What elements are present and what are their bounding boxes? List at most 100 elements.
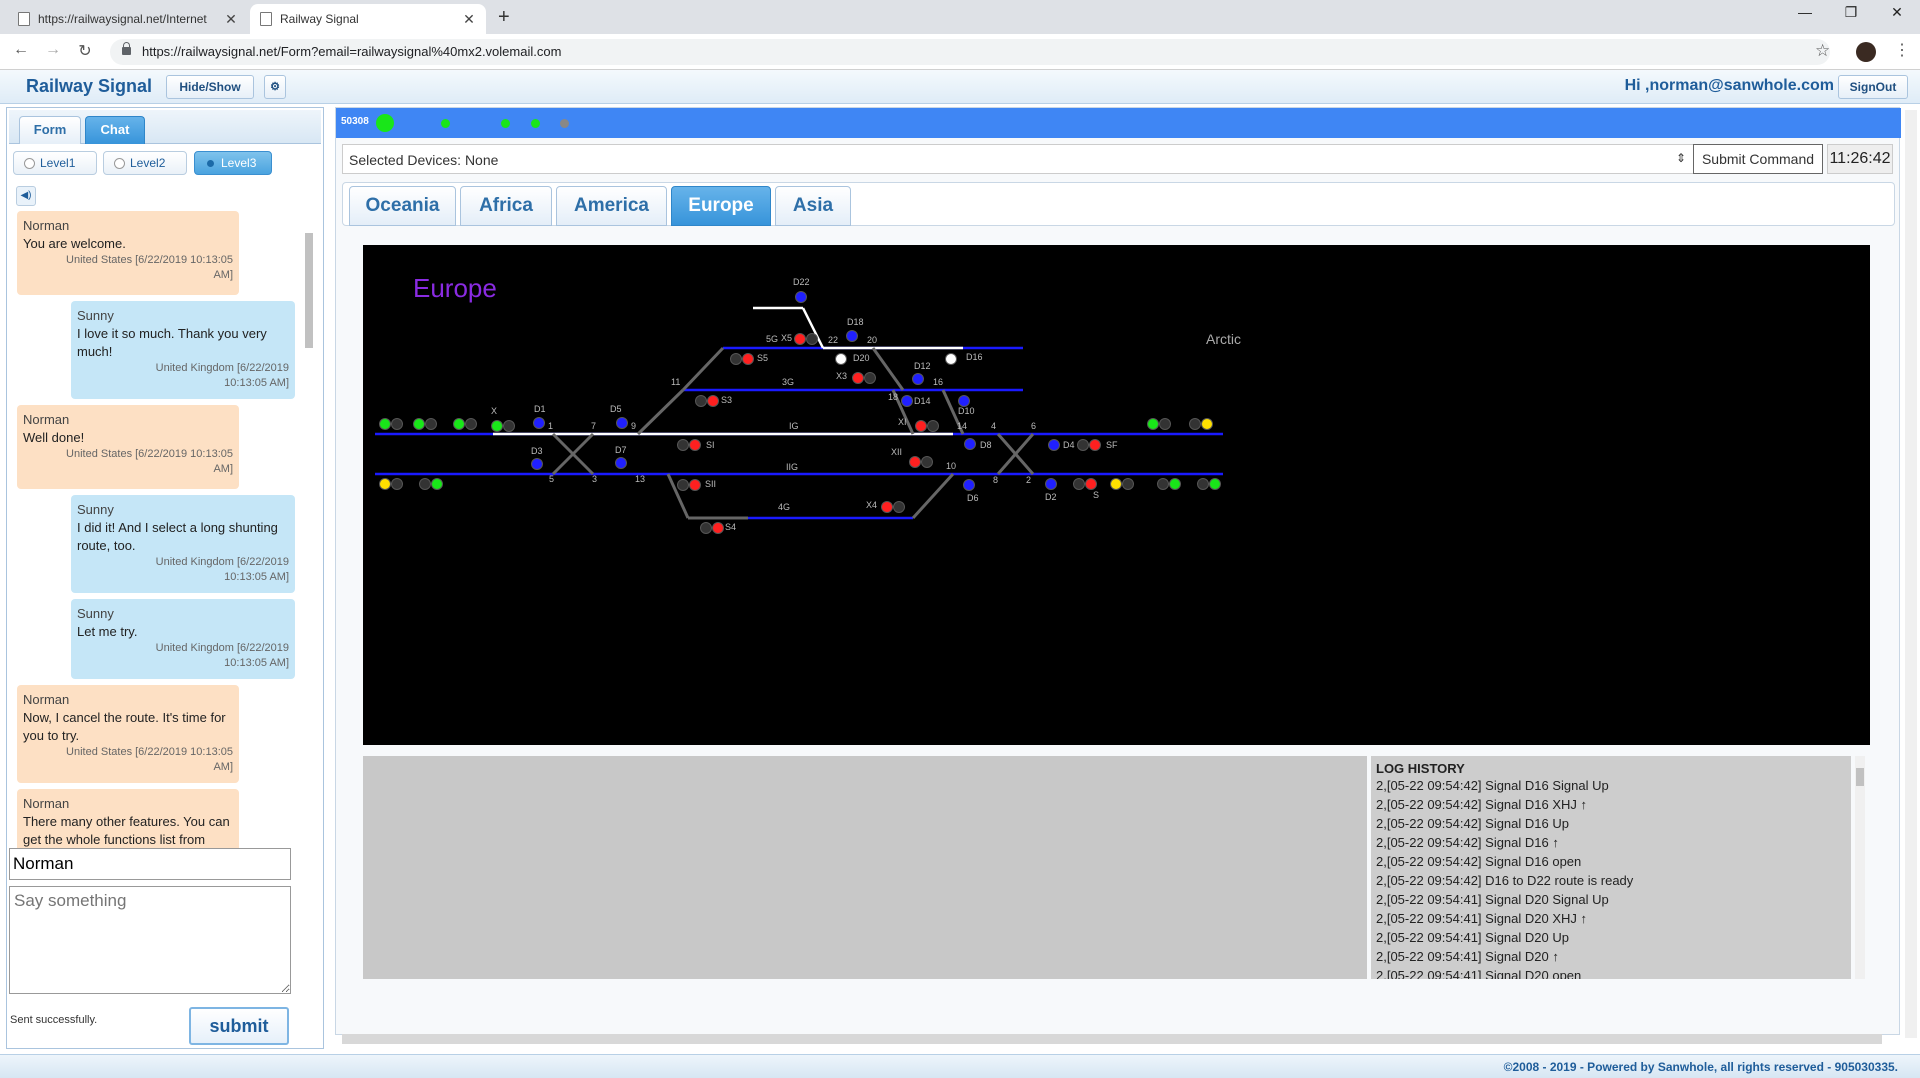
signal-lamp-icon[interactable] (1159, 418, 1171, 430)
signal-lamp-icon[interactable] (503, 420, 515, 432)
close-tab-icon[interactable]: ✕ (224, 11, 238, 28)
submit-button[interactable]: submit (189, 1007, 289, 1045)
chat-scrollbar-thumb[interactable] (305, 233, 313, 348)
signal-lamp-icon[interactable] (1169, 478, 1181, 490)
level3-radio[interactable]: Level3 (194, 151, 272, 175)
signal-lamp-icon[interactable] (835, 353, 847, 365)
signal-lamp-icon[interactable] (901, 395, 913, 407)
signal-lamp-icon[interactable] (921, 456, 933, 468)
level1-radio[interactable]: Level1 (13, 151, 97, 175)
signal-lamp-icon[interactable] (881, 501, 893, 513)
speaker-icon[interactable]: ◀) (16, 186, 36, 206)
railway-diagram[interactable]: Europe Arctic D22D18X55G 22 20D16D20S5X3D1… (363, 245, 1870, 745)
message-input[interactable] (9, 886, 291, 994)
restore-icon[interactable]: ❐ (1836, 4, 1866, 21)
signal-lamp-icon[interactable] (909, 456, 921, 468)
signal-lamp-icon[interactable] (1209, 478, 1221, 490)
page-scrollbar[interactable] (1905, 110, 1917, 1038)
signal-lamp-icon[interactable] (391, 478, 403, 490)
new-tab-icon[interactable]: + (498, 6, 510, 29)
tab-asia[interactable]: Asia (775, 186, 851, 226)
url-field[interactable]: https://railwaysignal.net/Form?email=rai… (110, 39, 1830, 65)
signal-lamp-icon[interactable] (1073, 478, 1085, 490)
signal-lamp-icon[interactable] (700, 522, 712, 534)
tab-form[interactable]: Form (19, 116, 81, 144)
tab-africa[interactable]: Africa (460, 186, 552, 226)
window-close-icon[interactable]: ✕ (1882, 4, 1912, 21)
signal-lamp-icon[interactable] (1045, 478, 1057, 490)
forward-icon[interactable]: → (42, 41, 64, 59)
signal-lamp-icon[interactable] (413, 418, 425, 430)
signal-lamp-icon[interactable] (533, 417, 545, 429)
signal-lamp-icon[interactable] (712, 522, 724, 534)
signal-lamp-icon[interactable] (963, 479, 975, 491)
signal-lamp-icon[interactable] (465, 418, 477, 430)
signout-button[interactable]: SignOut (1838, 75, 1908, 99)
signal-lamp-icon[interactable] (695, 395, 707, 407)
device-select[interactable]: Selected Devices: None ⇕ (342, 144, 1695, 174)
settings-gear-icon[interactable]: ⚙ (264, 75, 286, 99)
signal-lamp-icon[interactable] (864, 372, 876, 384)
signal-lamp-icon[interactable] (391, 418, 403, 430)
signal-lamp-icon[interactable] (1122, 478, 1134, 490)
signal-lamp-icon[interactable] (795, 291, 807, 303)
signal-lamp-icon[interactable] (689, 439, 701, 451)
back-icon[interactable]: ← (10, 41, 32, 59)
signal-lamp-icon[interactable] (794, 333, 806, 345)
bookmark-star-icon[interactable]: ☆ (1815, 41, 1830, 61)
tab-chat[interactable]: Chat (85, 116, 145, 144)
signal-lamp-icon[interactable] (958, 395, 970, 407)
signal-lamp-icon[interactable] (677, 479, 689, 491)
signal-lamp-icon[interactable] (707, 395, 719, 407)
signal-lamp-icon[interactable] (616, 417, 628, 429)
signal-lamp-icon[interactable] (531, 458, 543, 470)
level2-radio[interactable]: Level2 (103, 151, 187, 175)
signal-lamp-icon[interactable] (689, 479, 701, 491)
log-scrollbar[interactable] (1855, 756, 1865, 979)
hide-show-button[interactable]: Hide/Show (166, 75, 254, 99)
signal-lamp-icon[interactable] (852, 372, 864, 384)
browser-tab-1[interactable]: https://railwaysignal.net/Internet ✕ (8, 4, 248, 34)
signal-lamp-icon[interactable] (730, 353, 742, 365)
close-tab-icon[interactable]: ✕ (462, 11, 476, 28)
signal-lamp-icon[interactable] (893, 501, 905, 513)
signal-lamp-icon[interactable] (491, 420, 503, 432)
signal-lamp-icon[interactable] (379, 478, 391, 490)
signal-lamp-icon[interactable] (912, 373, 924, 385)
browser-menu-icon[interactable]: ⋮ (1894, 40, 1910, 60)
name-input[interactable] (9, 848, 291, 880)
log-scrollbar-thumb[interactable] (1856, 768, 1864, 786)
browser-tab-2[interactable]: Railway Signal ✕ (250, 4, 486, 34)
signal-lamp-icon[interactable] (1147, 418, 1159, 430)
signal-lamp-icon[interactable] (615, 457, 627, 469)
signal-lamp-icon[interactable] (1085, 478, 1097, 490)
signal-lamp-icon[interactable] (846, 330, 858, 342)
signal-lamp-icon[interactable] (1197, 478, 1209, 490)
tab-europe[interactable]: Europe (671, 186, 771, 226)
signal-lamp-icon[interactable] (1089, 439, 1101, 451)
signal-lamp-icon[interactable] (742, 353, 754, 365)
signal-lamp-icon[interactable] (1077, 439, 1089, 451)
signal-lamp-icon[interactable] (1048, 439, 1060, 451)
avatar[interactable] (1856, 42, 1876, 62)
minimize-icon[interactable]: — (1790, 4, 1820, 20)
submit-command-button[interactable]: Submit Command (1693, 144, 1823, 174)
tab-america[interactable]: America (556, 186, 667, 226)
signal-lamp-icon[interactable] (453, 418, 465, 430)
signal-lamp-icon[interactable] (915, 420, 927, 432)
signal-lamp-icon[interactable] (677, 439, 689, 451)
reload-icon[interactable]: ↻ (74, 41, 96, 61)
signal-lamp-icon[interactable] (1189, 418, 1201, 430)
signal-lamp-icon[interactable] (1110, 478, 1122, 490)
signal-lamp-icon[interactable] (1157, 478, 1169, 490)
signal-lamp-icon[interactable] (806, 333, 818, 345)
signal-lamp-icon[interactable] (431, 478, 443, 490)
horizontal-scrollbar[interactable] (342, 1034, 1882, 1044)
signal-lamp-icon[interactable] (425, 418, 437, 430)
signal-lamp-icon[interactable] (945, 353, 957, 365)
signal-lamp-icon[interactable] (419, 478, 431, 490)
railway-map[interactable]: Europe Arctic D22 D18 X5 5G 22 20 D16 D20 S5 X3 D1… (363, 245, 1870, 745)
tab-oceania[interactable]: Oceania (349, 186, 456, 226)
signal-lamp-icon[interactable] (379, 418, 391, 430)
signal-lamp-icon[interactable] (1201, 418, 1213, 430)
